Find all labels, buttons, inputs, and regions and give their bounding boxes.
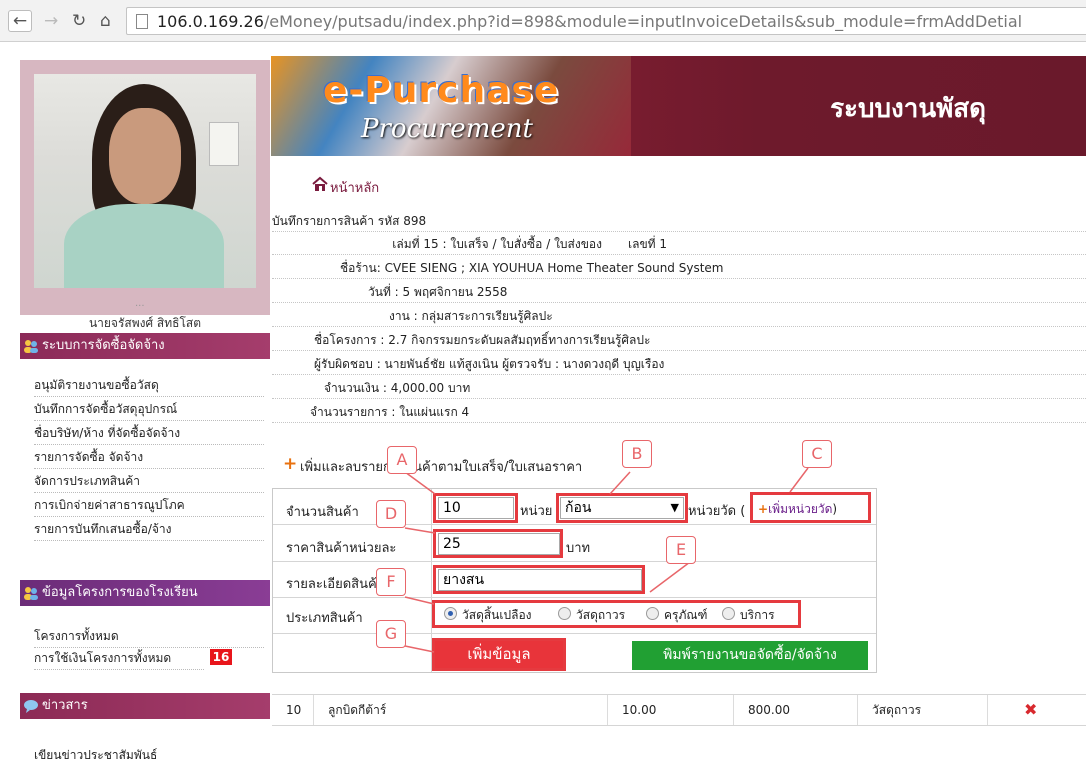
radio-equipment-label: ครุภัณฑ์ — [664, 608, 708, 622]
responsible-info: ผู้รับผิดชอบ : นายพันธ์ชัย แท้สูงเนิน ผู… — [272, 353, 1086, 375]
callout-d: D — [376, 500, 406, 528]
sidebar-item-utilities[interactable]: การเบิกจ่ายค่าสาธารณูปโภค — [34, 495, 264, 517]
item-type-radio-group: วัสดุสิ้นเปลือง วัสดุถาวร ครุภัณฑ์ บริกา… — [432, 603, 800, 625]
home-link[interactable]: หน้าหลัก — [330, 177, 379, 198]
sidebar-item-approve-requests[interactable]: อนุมัติรายงานขอซื้อวัสดุ — [34, 375, 264, 397]
dropdown-arrow-icon: ▼ — [670, 501, 679, 514]
sidebar-item-all-projects[interactable]: โครงการทั้งหมด — [34, 626, 264, 648]
quantity-input[interactable]: 10 — [438, 497, 514, 519]
users-icon — [24, 587, 38, 600]
chat-bubble-icon — [24, 700, 38, 713]
radio-durable[interactable] — [558, 607, 571, 620]
address-bar[interactable]: 106.0.169.26/eMoney/putsadu/index.php?id… — [126, 7, 1086, 35]
callout-f: F — [376, 568, 406, 596]
row-price: 10.00 — [608, 695, 734, 725]
book-info: เล่มที่ 15 : ใบเสร็จ / ใบสั่งซื้อ / ใบส่… — [272, 233, 1086, 255]
system-title: ระบบงานพัสดุ — [830, 94, 986, 124]
sidebar-item-record-purchase[interactable]: บันทึกการจัดซื้อวัสดุอุปกรณ์ — [34, 399, 264, 421]
unit-label: หน่วย — [520, 504, 553, 519]
item-detail-input[interactable]: ยางสน — [438, 569, 642, 591]
profile-photo-frame — [20, 60, 270, 315]
unit-select[interactable]: ก้อน ▼ — [560, 497, 684, 519]
callout-a: A — [387, 446, 417, 474]
work-info: งาน : กลุ่มสาระการเรียนรู้ศิลปะ — [272, 305, 1086, 327]
plus-icon: + — [758, 502, 769, 516]
invoice-number: เลขที่ 1 — [628, 237, 668, 251]
unit-suffix: หน่วยวัด ( — [688, 504, 746, 519]
users-icon — [24, 340, 38, 353]
items-count-info: จำนวนรายการ : ในแผ่นแรก 4 — [272, 401, 1086, 423]
procurement-header-label: ระบบการจัดซื้อจัดจ้าง — [42, 338, 165, 353]
sidebar-item-vendors[interactable]: ชื่อบริษัท/ห้าง ที่จัดซื้อจัดจ้าง — [34, 423, 264, 445]
callout-g: G — [376, 620, 406, 648]
price-suffix: บาท — [566, 541, 591, 556]
amount-info: จำนวนเงิน : 4,000.00 บาท — [272, 377, 1086, 399]
record-title: บันทึกรายการสินค้า รหัส 898 — [272, 210, 1086, 232]
price-label: ราคาสินค้าหน่วยละ — [286, 541, 397, 556]
banner-logo-subtext: Procurement — [361, 114, 533, 144]
profile-dots: ... — [135, 298, 145, 309]
plus-icon: + — [283, 454, 298, 474]
sidebar-item-product-types[interactable]: จัดการประเภทสินค้า — [34, 471, 264, 493]
detail-label: รายละเอียดสินค้า — [286, 577, 376, 592]
banner-logo-text: e-Purchase — [323, 70, 560, 111]
radio-equipment[interactable] — [646, 607, 659, 620]
callout-b: B — [622, 440, 652, 468]
procurement-menu-header: ระบบการจัดซื้อจัดจ้าง — [20, 333, 270, 359]
forward-arrow-icon[interactable]: → — [44, 13, 58, 30]
url-text: 106.0.169.26/eMoney/putsadu/index.php?id… — [157, 12, 1023, 31]
news-header: ข่าวสาร — [20, 693, 270, 719]
count-badge: 16 — [210, 649, 232, 665]
radio-service[interactable] — [722, 607, 735, 620]
add-unit-link[interactable]: +เพิ่มหน่วยวัด) — [758, 500, 837, 519]
add-data-button[interactable]: เพิ่มข้อมูล — [435, 641, 563, 668]
row-qty: 10 — [272, 695, 314, 725]
profile-photo — [34, 74, 256, 288]
radio-consumable[interactable] — [444, 607, 457, 620]
date-info: วันที่ : 5 พฤศจิกายน 2558 — [272, 281, 1086, 303]
items-table: 10 ลูกบิดกีต้าร์ 10.00 800.00 วัสดุถาวร … — [272, 694, 1086, 726]
sidebar-item-proposals[interactable]: รายการบันทึกเสนอซื้อ/จ้าง — [34, 519, 264, 541]
row-item-name: ลูกบิดกีต้าร์ — [314, 695, 608, 725]
news-header-label: ข่าวสาร — [42, 698, 88, 713]
radio-service-label: บริการ — [740, 608, 775, 622]
radio-durable-label: วัสดุถาวร — [576, 608, 626, 622]
page-icon — [136, 14, 148, 29]
section-title: เพิ่มและลบรายการสินค้าตามใบเสร็จ/ใบเสนอร… — [300, 460, 583, 475]
row-type: วัสดุถาวร — [858, 695, 988, 725]
qty-label: จำนวนสินค้า — [286, 505, 359, 520]
back-arrow-icon[interactable]: ← — [8, 10, 32, 32]
project-info: ชื่อโครงการ : 2.7 กิจกรรมยกระดับผลสัมฤทธ… — [272, 329, 1086, 351]
school-projects-header: ข้อมูลโครงการของโรงเรียน — [20, 580, 270, 606]
home-icon[interactable]: ⌂ — [100, 13, 111, 30]
shop-info: ชื่อร้าน: CVEE SIENG ; XIA YOUHUA Home T… — [272, 257, 1086, 279]
school-header-label: ข้อมูลโครงการของโรงเรียน — [42, 585, 198, 600]
callout-c: C — [802, 440, 832, 468]
radio-consumable-label: วัสดุสิ้นเปลือง — [462, 608, 532, 622]
delete-icon[interactable]: ✖ — [1024, 700, 1037, 719]
profile-name: นายจรัสพงศ์ สิทธิโสต — [88, 316, 202, 330]
sidebar-item-project-spending[interactable]: การใช้เงินโครงการทั้งหมด — [34, 648, 204, 670]
sidebar-item-write-news[interactable]: เขียนข่าวประชาสัมพันธ์ — [34, 746, 157, 765]
print-report-button[interactable]: พิมพ์รายงานขอจัดซื้อ/จัดจ้าง — [632, 641, 868, 670]
row-total: 800.00 — [734, 695, 858, 725]
unit-price-input[interactable]: 25 — [438, 533, 560, 555]
callout-e: E — [666, 536, 696, 564]
header-banner: e-Purchase Procurement ระบบงานพัสดุ — [271, 56, 1086, 156]
sidebar-item-purchase-list[interactable]: รายการจัดซื้อ จัดจ้าง — [34, 447, 264, 469]
home-icon[interactable] — [312, 176, 328, 192]
type-label: ประเภทสินค้า — [286, 611, 363, 626]
browser-toolbar: ← → ↻ ⌂ 106.0.169.26/eMoney/putsadu/inde… — [0, 0, 1086, 42]
reload-icon[interactable]: ↻ — [72, 13, 86, 30]
